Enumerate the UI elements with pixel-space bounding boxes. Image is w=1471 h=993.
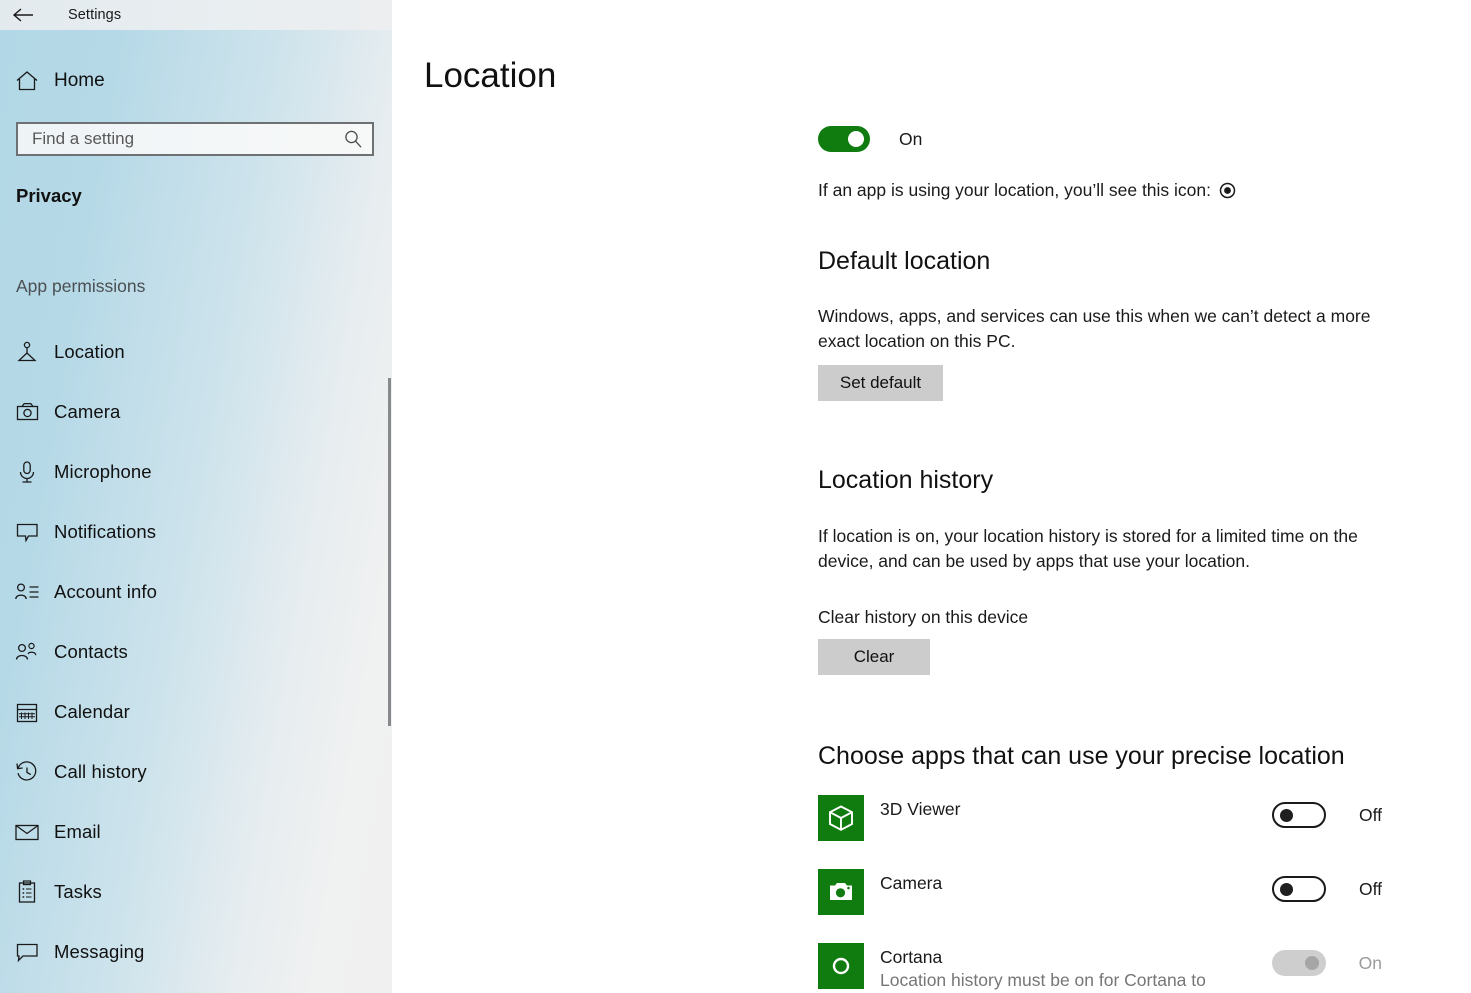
sidebar-item-contacts-label: Contacts (54, 641, 128, 662)
toggle-knob (848, 131, 864, 147)
camera-app-icon (818, 869, 864, 915)
sidebar-item-notifications-label: Notifications (54, 521, 157, 542)
title-bar: Settings (0, 0, 392, 30)
sidebar-nav-list: Location Camera Microphone Notifications… (0, 322, 392, 982)
app-texts: Cortana Location history must be on for … (880, 943, 1206, 993)
app-toggle-camera[interactable] (1271, 876, 1326, 902)
tasks-clipboard-icon (0, 880, 54, 904)
notification-bubble-icon (0, 521, 54, 543)
sidebar-item-calendar-label: Calendar (54, 701, 130, 722)
default-location-heading: Default location (818, 247, 991, 275)
app-permission-list: 3D Viewer Off Camera Off Cortana Locatio… (818, 795, 1418, 993)
location-master-toggle-state: On (899, 128, 923, 149)
messaging-icon (0, 941, 54, 963)
back-arrow-icon[interactable] (0, 0, 46, 30)
sidebar-item-email[interactable]: Email (0, 802, 392, 862)
app-row-cortana: Cortana Location history must be on for … (818, 943, 1418, 993)
sidebar-section-title: Privacy (16, 185, 82, 206)
set-default-button[interactable]: Set default (818, 365, 943, 401)
sidebar-item-camera-label: Camera (54, 401, 121, 422)
location-master-toggle-row: On (818, 126, 922, 152)
location-indicator-icon (1219, 182, 1236, 199)
sidebar-item-microphone[interactable]: Microphone (0, 442, 392, 502)
app-toggle-3d-viewer[interactable] (1271, 802, 1326, 828)
sidebar-item-account-info[interactable]: Account info (0, 562, 392, 622)
sidebar-item-tasks[interactable]: Tasks (0, 862, 392, 922)
toggle-knob (1279, 882, 1293, 896)
microphone-icon (0, 460, 54, 484)
account-info-icon (0, 581, 54, 603)
sidebar-item-call-history[interactable]: Call history (0, 742, 392, 802)
search-input[interactable] (18, 129, 334, 149)
sidebar-item-call-history-label: Call history (54, 761, 147, 782)
toggle-knob (1304, 956, 1319, 970)
app-toggle-wrapper: Off (1271, 802, 1382, 828)
clear-history-button[interactable]: Clear (818, 639, 930, 675)
app-subtext: Location history must be on for Cortana … (880, 970, 1206, 990)
sidebar-item-messaging-label: Messaging (54, 941, 145, 962)
sidebar-item-home[interactable]: Home (0, 60, 392, 102)
sidebar-group-label: App permissions (16, 276, 146, 296)
app-name: Cortana (880, 947, 943, 967)
location-master-toggle[interactable] (818, 126, 870, 152)
location-pin-icon (0, 340, 54, 364)
sidebar-item-account-info-label: Account info (54, 581, 158, 602)
sidebar-item-microphone-label: Microphone (54, 461, 152, 482)
window-title: Settings (68, 7, 122, 23)
sidebar-item-calendar[interactable]: Calendar (0, 682, 392, 742)
clear-history-label: Clear history on this device (818, 607, 1029, 627)
settings-window: Settings Home Privacy App permissions (0, 0, 1471, 993)
sidebar-item-home-label: Home (54, 70, 105, 91)
default-location-description: Windows, apps, and services can use this… (818, 306, 1371, 351)
cube-3d-icon (818, 795, 864, 841)
app-toggle-wrapper: Off (1271, 876, 1382, 902)
sidebar-item-camera[interactable]: Camera (0, 382, 392, 442)
sidebar: Settings Home Privacy App permissions (0, 0, 392, 993)
apps-section-heading: Choose apps that can use your precise lo… (818, 742, 1345, 770)
search-input-wrapper[interactable] (16, 122, 374, 156)
sidebar-item-tasks-label: Tasks (54, 881, 102, 902)
email-envelope-icon (0, 822, 54, 842)
page-title: Location (424, 56, 557, 95)
app-texts: Camera (880, 869, 942, 894)
location-icon-note: If an app is using your location, you’ll… (818, 178, 1236, 203)
app-toggle-state: Off (1358, 878, 1382, 899)
calendar-icon (0, 701, 54, 724)
app-name: Camera (880, 873, 943, 893)
contacts-icon (0, 641, 54, 663)
sidebar-item-email-label: Email (54, 821, 101, 842)
app-toggle-state: Off (1358, 804, 1382, 825)
app-row-3d-viewer: 3D Viewer Off (818, 795, 1418, 869)
sidebar-item-location-label: Location (54, 341, 125, 362)
sidebar-item-contacts[interactable]: Contacts (0, 622, 392, 682)
location-history-description: If location is on, your location history… (818, 526, 1358, 571)
app-toggle-cortana (1271, 950, 1326, 976)
sidebar-item-location[interactable]: Location (0, 322, 392, 382)
toggle-knob (1279, 808, 1293, 822)
camera-icon (0, 401, 54, 423)
app-toggle-state: On (1358, 952, 1382, 973)
sidebar-item-notifications[interactable]: Notifications (0, 502, 392, 562)
app-texts: 3D Viewer (880, 795, 960, 820)
app-row-camera: Camera Off (818, 869, 1418, 943)
main-content: Location On If an app is using your loca… (392, 0, 1471, 993)
search-icon[interactable] (334, 129, 372, 149)
cortana-ring-icon (818, 943, 864, 989)
sidebar-item-messaging[interactable]: Messaging (0, 922, 392, 982)
location-icon-note-text: If an app is using your location, you’ll… (818, 180, 1211, 200)
sidebar-scrollbar[interactable] (388, 378, 391, 726)
call-history-icon (0, 760, 54, 784)
home-icon (0, 70, 54, 92)
location-history-heading: Location history (818, 466, 994, 494)
app-toggle-wrapper: On (1271, 950, 1382, 976)
app-name: 3D Viewer (880, 799, 961, 819)
